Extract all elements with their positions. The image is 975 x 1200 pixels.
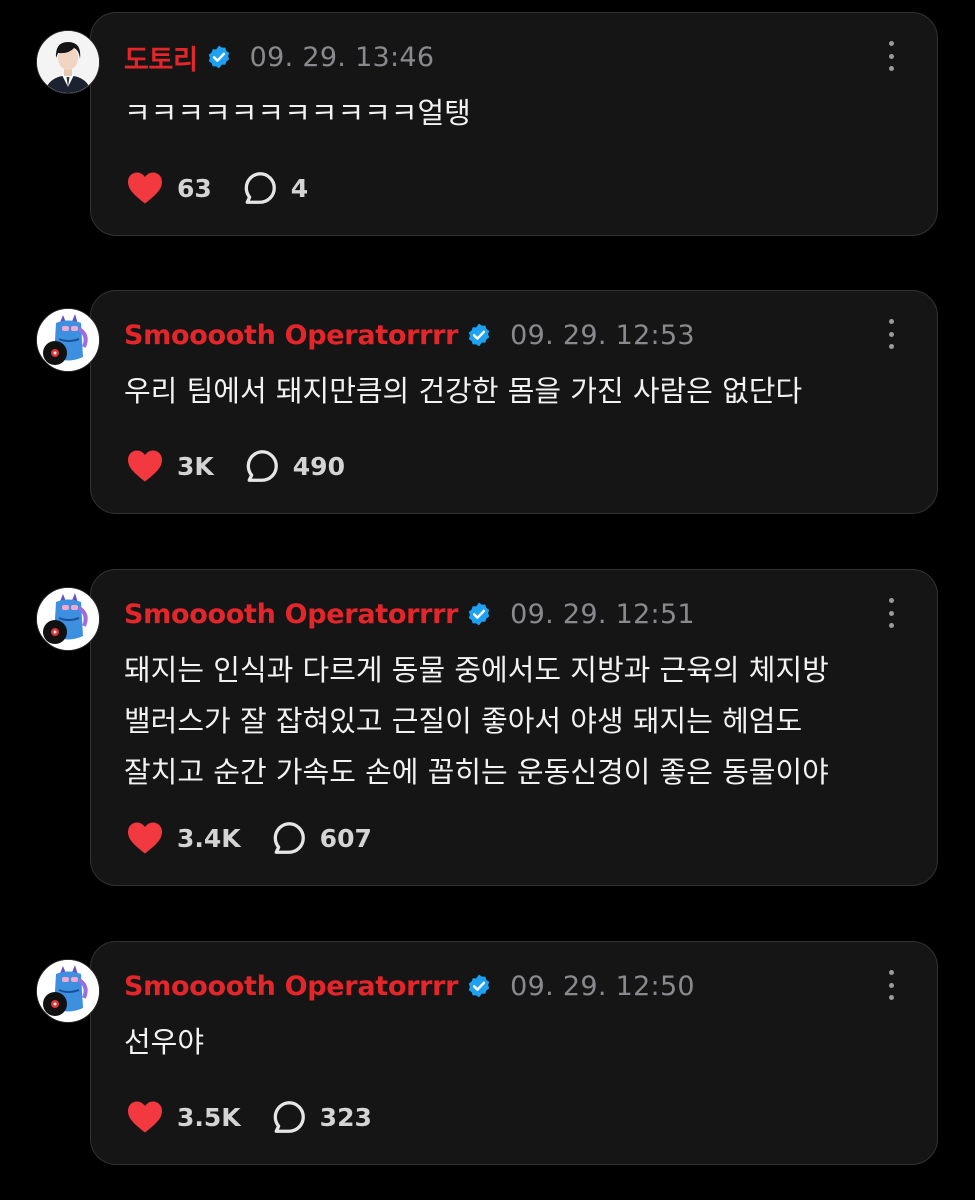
like-button[interactable]: 3K (126, 449, 214, 483)
avatar[interactable] (36, 587, 100, 651)
avatar[interactable] (36, 30, 100, 94)
reply-button[interactable]: 490 (244, 448, 345, 484)
post-card[interactable]: Smooooth Operatorrrr 09. 29. 12:53 우리 팀에… (36, 290, 938, 514)
blue-character-avatar-icon (37, 960, 99, 1022)
post-text: 우리 팀에서 돼지만큼의 건강한 몸을 가진 사람은 없단다 (124, 374, 803, 408)
blue-character-avatar-icon (37, 588, 99, 650)
verified-badge-icon (466, 973, 492, 999)
author-name[interactable]: Smooooth Operatorrrr (124, 599, 458, 630)
reply-bubble-icon (273, 822, 305, 854)
reply-count: 4 (290, 173, 309, 203)
heart-icon (128, 822, 162, 854)
author-name[interactable]: Smooooth Operatorrrr (124, 320, 458, 351)
like-count: 3K (177, 451, 214, 481)
more-options-icon[interactable] (887, 41, 895, 71)
reply-bubble-icon (244, 172, 276, 204)
verified-badge-icon (466, 322, 492, 348)
more-options-icon[interactable] (887, 970, 895, 1000)
reply-bubble-icon (273, 1101, 305, 1133)
reply-bubble-icon (246, 450, 278, 482)
more-options-icon[interactable] (887, 319, 895, 349)
like-button[interactable]: 3.4K (126, 821, 241, 855)
like-count: 63 (177, 173, 212, 203)
timestamp[interactable]: 09. 29. 12:53 (510, 320, 695, 351)
post-card[interactable]: Smooooth Operatorrrr 09. 29. 12:51 돼지는 인… (36, 569, 938, 886)
post-card[interactable]: Smooooth Operatorrrr 09. 29. 12:50 선우야 3… (36, 941, 938, 1165)
like-count: 3.5K (177, 1102, 241, 1132)
like-button[interactable]: 3.5K (126, 1100, 241, 1134)
like-count: 3.4K (177, 823, 241, 853)
timestamp[interactable]: 09. 29. 12:50 (510, 971, 695, 1002)
heart-icon (128, 172, 162, 204)
person-photo-avatar-icon (37, 31, 99, 93)
author-name[interactable]: 도토리 (124, 38, 198, 77)
timestamp[interactable]: 09. 29. 12:51 (510, 599, 695, 630)
blue-character-avatar-icon (37, 309, 99, 371)
reply-button[interactable]: 4 (242, 170, 308, 206)
verified-badge-icon (206, 44, 232, 70)
author-name[interactable]: Smooooth Operatorrrr (124, 971, 458, 1002)
heart-icon (128, 450, 162, 482)
post-text: 돼지는 인식과 다르게 동물 중에서도 지방과 근육의 체지방 밸러스가 잘 잡… (124, 653, 829, 789)
reply-button[interactable]: 607 (271, 820, 372, 856)
more-options-icon[interactable] (887, 598, 895, 628)
reply-count: 607 (319, 823, 372, 853)
reply-count: 323 (319, 1102, 372, 1132)
post-text: ㅋㅋㅋㅋㅋㅋㅋㅋㅋㅋㅋ얼탱 (124, 96, 471, 130)
timestamp[interactable]: 09. 29. 13:46 (250, 42, 435, 73)
heart-icon (128, 1101, 162, 1133)
reply-button[interactable]: 323 (271, 1099, 372, 1135)
verified-badge-icon (466, 601, 492, 627)
reply-count: 490 (292, 451, 345, 481)
avatar[interactable] (36, 959, 100, 1023)
avatar[interactable] (36, 308, 100, 372)
post-card[interactable]: 도토리 09. 29. 13:46 ㅋㅋㅋㅋㅋㅋㅋㅋㅋㅋㅋ얼탱 63 4 (36, 12, 938, 236)
like-button[interactable]: 63 (126, 171, 212, 205)
post-text: 선우야 (124, 1025, 205, 1059)
